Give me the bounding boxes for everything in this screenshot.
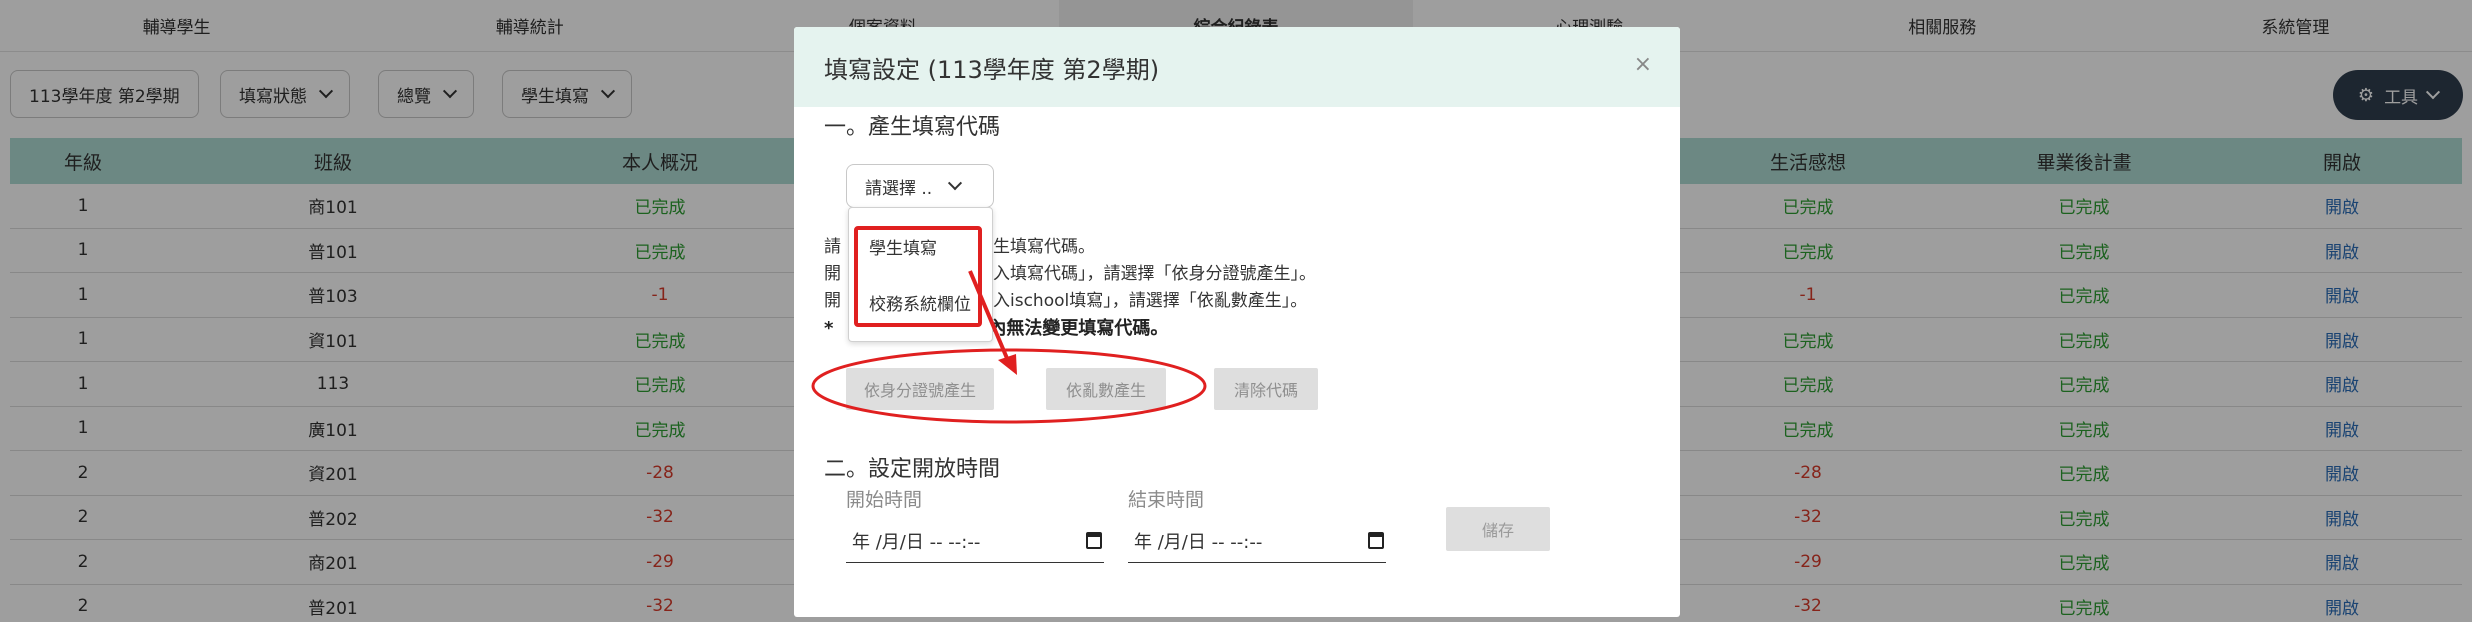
generate-random-button[interactable]: 依亂數產生: [1046, 368, 1166, 410]
start-time-input[interactable]: 年 /月/日 -- --:--: [846, 519, 1104, 563]
annotation-arrow-head: [998, 354, 1017, 375]
fill-type-dropdown-menu: 學生填寫 校務系統欄位: [848, 207, 993, 342]
start-time-label: 開始時間: [846, 489, 923, 511]
info-text: 生填寫代碼。: [993, 237, 1095, 257]
calendar-icon[interactable]: [1368, 532, 1384, 549]
info-text: 入ischool填寫」，請選擇「依亂數產生」。: [993, 291, 1308, 311]
fill-type-select[interactable]: 請選擇 ..: [846, 164, 994, 208]
info-text: 開: [824, 264, 841, 284]
select-placeholder: 請選擇 ..: [865, 178, 933, 199]
chevron-down-icon: [948, 176, 963, 191]
clear-code-button[interactable]: 清除代碼: [1214, 368, 1318, 410]
start-time-value: 年 /月/日 -- --:--: [852, 531, 981, 553]
info-text: 開: [824, 291, 841, 311]
info-text: 請: [824, 237, 841, 257]
modal-header: 填寫設定 (113學年度 第2學期) ×: [794, 27, 1680, 107]
calendar-icon[interactable]: [1086, 532, 1102, 549]
fill-settings-modal: 填寫設定 (113學年度 第2學期) × 一。產生填寫代碼 請選擇 .. 學生填…: [794, 27, 1680, 617]
section-open-time-title: 二。設定開放時間: [824, 457, 1001, 482]
close-icon[interactable]: ×: [1634, 54, 1652, 76]
end-time-value: 年 /月/日 -- --:--: [1134, 531, 1263, 553]
end-time-input[interactable]: 年 /月/日 -- --:--: [1128, 519, 1386, 563]
save-button[interactable]: 儲存: [1446, 507, 1550, 551]
modal-title: 填寫設定 (113學年度 第2學期): [824, 55, 1160, 84]
generate-by-id-button[interactable]: 依身分證號產生: [846, 368, 994, 410]
note-text: 內無法變更填寫代碼。: [988, 318, 1169, 339]
note-star: *: [824, 318, 834, 339]
section-generate-code-title: 一。產生填寫代碼: [824, 115, 1001, 140]
info-text: 入填寫代碼」，請選擇「依身分證號產生」。: [993, 264, 1316, 284]
dropdown-option-student-fill[interactable]: 學生填寫: [869, 234, 937, 259]
end-time-label: 結束時間: [1128, 489, 1205, 511]
dropdown-option-school-field[interactable]: 校務系統欄位: [869, 290, 971, 315]
